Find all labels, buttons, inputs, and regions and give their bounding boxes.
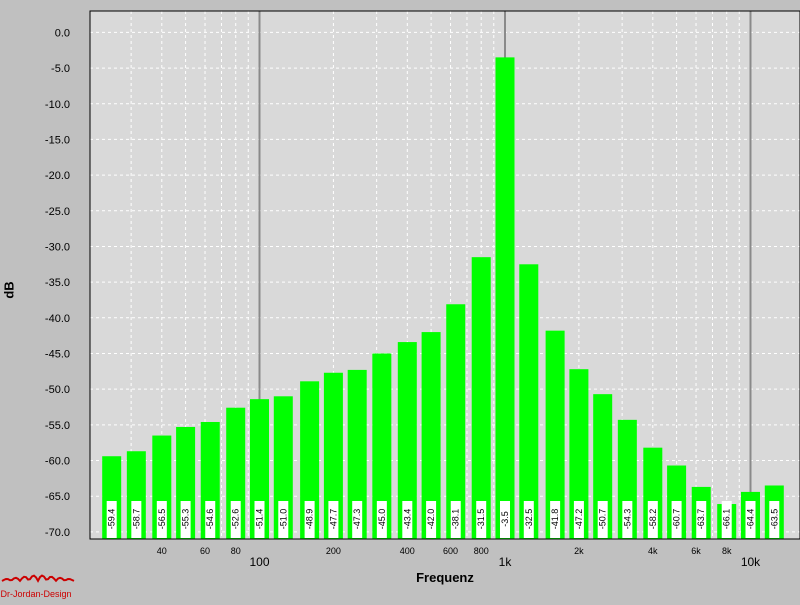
chart-window: -59.4 -58.7 -56.5 -55.3 -54.6 -52.6 -51.4 -51.0… (0, 0, 800, 600)
bar (519, 264, 539, 539)
logo-waveform (1, 574, 75, 583)
x-axis-title: Frequenz (416, 570, 474, 585)
x-minor-tick-label: 400 (400, 546, 415, 556)
y-tick-label: -40.0 (45, 313, 70, 325)
y-tick-label: 0.0 (55, 27, 70, 39)
x-minor-tick-label: 800 (474, 546, 489, 556)
value-label: -54.3 (622, 509, 632, 530)
bar (495, 57, 515, 539)
y-tick-label: -70.0 (45, 527, 70, 539)
y-tick-label: -65.0 (45, 491, 70, 503)
y-tick-label: -10.0 (45, 99, 70, 111)
y-tick-labels-group: 0.0 -5.0 -10.0 -15.0 -20.0 -25.0 -30.0 -35.0 -40… (45, 27, 70, 538)
x-minor-tick-label: 8k (722, 546, 732, 556)
x-minor-tick-label: 40 (157, 546, 167, 556)
value-label: -60.7 (672, 509, 682, 530)
y-tick-label: -50.0 (45, 384, 70, 396)
x-tick-labels-group: 100 1k 10k 40 60 80 200 400 600 800 2k 4k 6k 8k (157, 546, 761, 569)
y-tick-label: -30.0 (45, 241, 70, 253)
y-tick-label: -25.0 (45, 206, 70, 218)
brand-logo: Dr-Jordan-Design (0, 574, 75, 599)
value-label: -51.4 (255, 509, 265, 530)
value-label: -59.4 (107, 509, 117, 530)
value-label: -51.0 (278, 509, 288, 530)
x-major-tick-label: 1k (499, 555, 513, 569)
y-tick-label: -20.0 (45, 170, 70, 182)
x-minor-tick-label: 6k (691, 546, 701, 556)
value-label: -41.8 (550, 509, 560, 530)
logo-text: Dr-Jordan-Design (0, 589, 71, 599)
value-label: -63.7 (696, 509, 706, 530)
value-label: -47.2 (574, 509, 584, 530)
y-axis-title: dB (1, 281, 16, 298)
plot-area (90, 11, 800, 539)
value-label: -42.0 (426, 509, 436, 530)
value-label: -48.9 (305, 509, 315, 530)
value-label: -47.7 (328, 509, 338, 530)
x-major-tick-label: 100 (249, 555, 269, 569)
value-label: -52.6 (231, 509, 241, 530)
value-label: -31.5 (476, 509, 486, 530)
value-label: -50.7 (598, 509, 608, 530)
y-tick-label: -5.0 (51, 63, 70, 75)
value-label: -64.4 (746, 509, 756, 530)
value-label: -38.1 (451, 509, 461, 530)
value-label: -63.5 (769, 509, 779, 530)
value-label: -47.3 (352, 509, 362, 530)
x-minor-tick-label: 4k (648, 546, 658, 556)
value-label: -58.7 (131, 509, 141, 530)
value-label: -58.2 (648, 509, 658, 530)
y-tick-label: -45.0 (45, 348, 70, 360)
y-tick-label: -35.0 (45, 277, 70, 289)
y-tick-label: -60.0 (45, 456, 70, 468)
x-minor-tick-label: 600 (443, 546, 458, 556)
value-label: -45.0 (377, 509, 387, 530)
value-label: -56.5 (157, 509, 167, 530)
frequency-bar-chart: -59.4 -58.7 -56.5 -55.3 -54.6 -52.6 -51.4 -51.0… (0, 10, 800, 599)
y-tick-label: -55.0 (45, 420, 70, 432)
x-minor-tick-label: 200 (326, 546, 341, 556)
value-label: -54.6 (205, 509, 215, 530)
value-label: -66.1 (722, 509, 732, 530)
x-minor-tick-label: 2k (574, 546, 584, 556)
value-label: -3.5 (500, 511, 510, 527)
y-tick-label: -15.0 (45, 134, 70, 146)
bar (471, 257, 491, 539)
value-label: -55.3 (181, 509, 191, 530)
value-label: -32.5 (524, 509, 534, 530)
x-minor-tick-label: 60 (200, 546, 210, 556)
x-major-tick-label: 10k (741, 555, 761, 569)
x-minor-tick-label: 80 (231, 546, 241, 556)
value-label: -43.4 (402, 509, 412, 530)
